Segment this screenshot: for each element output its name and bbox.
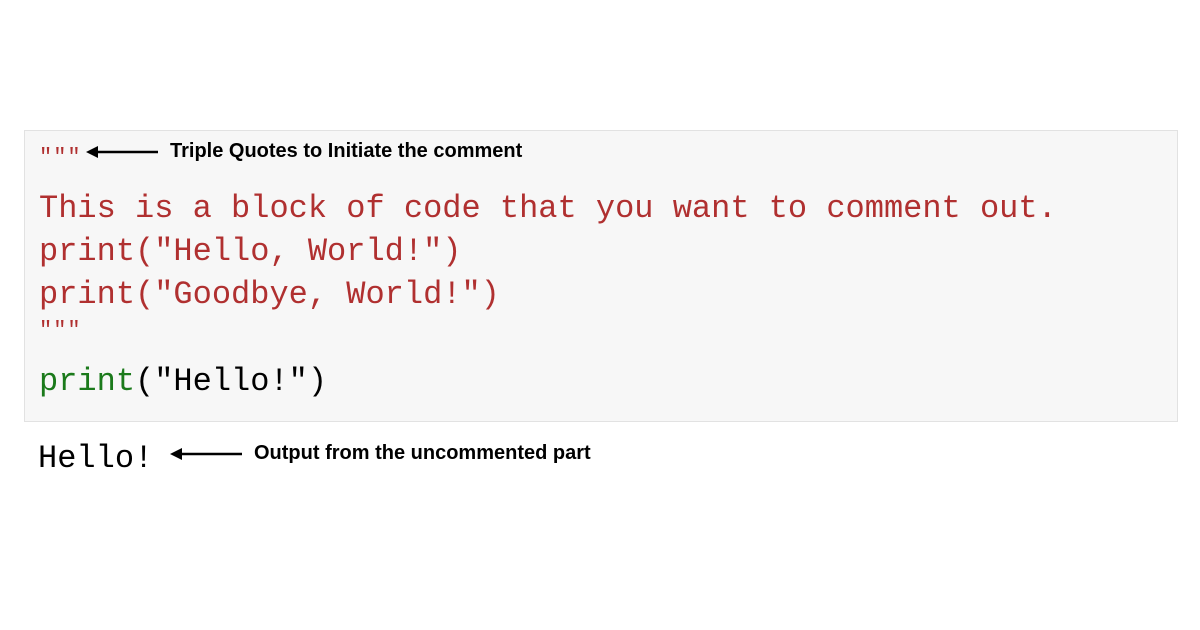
blank-line: [39, 173, 1163, 187]
blank-line: [39, 346, 1163, 360]
annotation-bottom: Output from the uncommented part: [170, 442, 591, 465]
arrow-left-icon: [86, 144, 158, 160]
annotation-top-label: Triple Quotes to Initiate the comment: [170, 140, 522, 163]
annotation-top: Triple Quotes to Initiate the comment: [86, 140, 522, 163]
program-output: Hello!: [38, 440, 153, 477]
annotation-bottom-label: Output from the uncommented part: [254, 442, 591, 465]
print-keyword: print: [39, 363, 135, 400]
close-triple-quotes: """: [39, 316, 1163, 346]
code-block: """ This is a block of code that you wan…: [24, 130, 1178, 422]
docstring-line-2: print("Hello, World!"): [39, 230, 1163, 273]
docstring-line-1: This is a block of code that you want to…: [39, 187, 1163, 230]
active-code-line: print("Hello!"): [39, 360, 1163, 403]
docstring-line-3: print("Goodbye, World!"): [39, 273, 1163, 316]
print-args: ("Hello!"): [135, 363, 327, 400]
arrow-left-icon: [170, 446, 242, 462]
